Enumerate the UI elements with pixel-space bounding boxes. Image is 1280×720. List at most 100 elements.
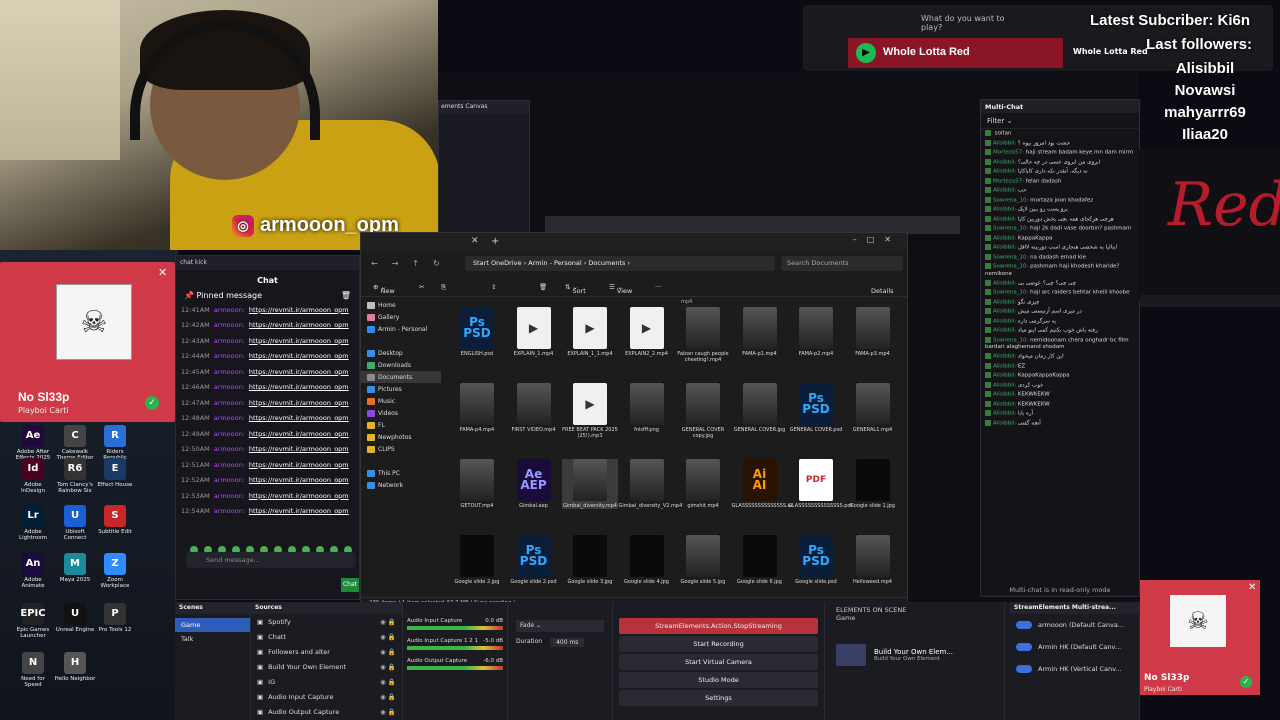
file-item[interactable]: Google slide 1.jpg — [845, 459, 901, 509]
desktop-icon[interactable]: E Effect House — [94, 458, 136, 488]
file-item[interactable]: Ae AEP Gimbal.aep — [506, 459, 562, 509]
file-item[interactable]: ▶ EXPLAIN_1_1.mp4 — [562, 307, 618, 357]
file-item[interactable]: ▶ EXPLAIN_1.mp4 — [506, 307, 562, 357]
nav-item[interactable]: Newphotos — [361, 431, 441, 443]
nav-item[interactable]: Home — [361, 299, 441, 311]
file-item[interactable]: GENERAL COVER.jpg — [732, 383, 788, 433]
control-button[interactable]: StreamElements.Action.StopStreaming — [619, 618, 818, 634]
desktop-icon[interactable]: S Subtitle Edit — [94, 505, 136, 535]
chat-link[interactable]: https://revmit.ir/armooon_opm — [249, 430, 349, 438]
pinned-message[interactable]: 📌 Pinned message 🗑 — [176, 289, 359, 302]
nav-item[interactable]: CLIPS — [361, 443, 441, 455]
chat-username[interactable]: armooon: — [214, 368, 245, 376]
volume-meter[interactable] — [407, 666, 503, 670]
file-item[interactable]: Google slide 4.jpg — [619, 535, 675, 585]
nav-item[interactable]: This PC — [361, 467, 441, 479]
file-item[interactable]: fnlsfff.png — [619, 383, 675, 433]
desktop-icon[interactable]: Lr Adobe Lightroom — [12, 505, 54, 541]
spotify-search[interactable]: What do you want to play? — [903, 11, 1043, 32]
file-item[interactable]: Ps PSD Google slide.psd — [788, 535, 844, 585]
desktop-icon[interactable]: U Unreal Engine — [54, 603, 96, 633]
chat-link[interactable]: https://revmit.ir/armooon_opm — [249, 414, 349, 422]
volume-meter[interactable] — [407, 626, 503, 630]
chat-link[interactable]: https://revmit.ir/armooon_opm — [249, 321, 349, 329]
chat-send-button[interactable]: Chat — [341, 578, 359, 592]
source-item[interactable]: ▣ IG ◉ 🔒 — [251, 674, 402, 689]
control-button[interactable]: Studio Mode — [619, 672, 818, 688]
cut-icon[interactable]: ✂ — [419, 283, 424, 291]
file-item[interactable]: Ps PSD ENGLISH.psd — [449, 307, 505, 357]
nav-item[interactable]: Downloads — [361, 359, 441, 371]
chat-link[interactable]: https://revmit.ir/armooon_opm — [249, 368, 349, 376]
file-item[interactable]: gimshit.mp4 — [675, 459, 731, 509]
nav-item[interactable]: Pictures — [361, 383, 441, 395]
chat-link[interactable]: https://revmit.ir/armooon_opm — [249, 445, 349, 453]
chat-username[interactable]: armooon: — [214, 399, 245, 407]
window-controls[interactable]: –□✕ — [853, 235, 901, 244]
chat-link[interactable]: https://revmit.ir/armooon_opm — [249, 383, 349, 391]
breadcrumb[interactable]: Start OneDrive › Armin - Personal › Docu… — [465, 256, 775, 271]
desktop-icon[interactable]: RRiders Republic — [94, 425, 136, 461]
source-item[interactable]: ▣ Build Your Own Element ◉ 🔒 — [251, 659, 402, 674]
chat-username[interactable]: armooon: — [214, 352, 245, 360]
source-item[interactable]: ▣ Spotify ◉ 🔒 — [251, 614, 402, 629]
control-button[interactable]: Start Recording — [619, 636, 818, 652]
chat-username[interactable]: armooon: — [214, 461, 245, 469]
file-item[interactable]: Ps PSD Google slide 2.psd — [506, 535, 562, 585]
file-item[interactable]: Gimbal_diversity_V2.mp4 — [619, 459, 682, 509]
source-item[interactable]: ▣ Audio Input Capture ◉ 🔒 — [251, 689, 402, 704]
chat-username[interactable]: armooon: — [214, 492, 245, 500]
duration-input[interactable]: 400 ms — [550, 638, 585, 647]
breadcrumb-item[interactable]: Armin - Personal — [528, 259, 581, 267]
file-item[interactable]: Gimbal_diversity.mp4 — [562, 459, 618, 509]
eye-icon[interactable]: ◉ 🔒 — [380, 663, 396, 671]
copy-icon[interactable]: ⎘ — [441, 283, 446, 292]
file-item[interactable]: FIRST VIDEO.mp4 — [506, 383, 562, 433]
eye-icon[interactable]: ◉ 🔒 — [380, 633, 396, 641]
desktop-icon[interactable]: EPIC Epic Games Launcher — [12, 603, 54, 639]
file-item[interactable]: GETOUT.mp4 — [449, 459, 505, 509]
file-item[interactable]: Google slide 6.jpg — [732, 535, 788, 585]
file-item[interactable]: Ps PSD GENERAL COVER.psd — [788, 383, 844, 433]
close-tab-icon[interactable]: ✕ — [471, 236, 479, 246]
desktop-icon[interactable]: M Maya 2025 — [54, 553, 96, 583]
nav-item[interactable]: Gallery — [361, 311, 441, 323]
nav-item[interactable]: FL — [361, 419, 441, 431]
eye-icon[interactable]: ◉ 🔒 — [380, 693, 396, 701]
file-item[interactable]: ▶ FREE BEAT PACK 2025 (25!).mp3 — [562, 383, 618, 439]
chat-username[interactable]: armooon: — [214, 383, 245, 391]
chat-username[interactable]: armooon: — [214, 476, 245, 484]
chat-link[interactable]: https://revmit.ir/armooon_opm — [249, 337, 349, 345]
nav-item[interactable]: Desktop — [361, 347, 441, 359]
toggle[interactable] — [1016, 665, 1032, 673]
chat-link[interactable]: https://revmit.ir/armooon_opm — [249, 461, 349, 469]
filter-dropdown[interactable]: Filter ⌄ — [981, 113, 1139, 129]
search-input[interactable]: Search Documents — [781, 256, 903, 271]
file-item[interactable]: ▶ EXPLAIN2_2.mp4 — [619, 307, 675, 357]
sort-button[interactable]: ⇅ Sort ⌄ — [565, 283, 586, 295]
nav-item[interactable]: Armin - Personal — [361, 323, 441, 335]
file-item[interactable]: FAMA-p3.mp4 — [845, 307, 901, 357]
toggle[interactable] — [1016, 621, 1032, 629]
source-item[interactable]: ▣ Chatt ◉ 🔒 — [251, 629, 402, 644]
file-item[interactable]: GENERAL1.mp4 — [845, 383, 901, 433]
close-icon[interactable]: ✕ — [158, 266, 167, 279]
share-icon[interactable]: ⇪ — [491, 283, 496, 291]
desktop-icon[interactable]: AeAdobe After Effects 2025 — [12, 425, 54, 461]
eye-icon[interactable]: ◉ 🔒 — [380, 618, 396, 626]
source-item[interactable]: ▣ Audio Output Capture ◉ 🔒 — [251, 704, 402, 719]
eye-icon[interactable]: ◉ 🔒 — [380, 648, 396, 656]
new-button[interactable]: ⊕ New ⌄ — [373, 283, 395, 295]
file-item[interactable]: Falzan caugh people cheeting!.mp4 — [675, 307, 731, 363]
desktop-icon[interactable]: Z Zoom Workplace — [94, 553, 136, 589]
source-item[interactable]: ▣ Followers and alter ◉ 🔒 — [251, 644, 402, 659]
desktop-icon[interactable]: U Ubisoft Connect — [54, 505, 96, 541]
delete-icon[interactable]: 🗑 — [539, 283, 547, 291]
desktop-icon[interactable]: R6 Tom Clancy's Rainbow Six — [54, 458, 96, 494]
nav-icons[interactable]: ←→↑↻ — [371, 259, 454, 268]
chat-username[interactable]: armooon: — [214, 430, 245, 438]
multistream-row[interactable]: Armin HK (Vertical Canv... — [1010, 658, 1139, 680]
multistream-row[interactable]: Armin HK (Default Canv... — [1010, 636, 1139, 658]
spotify-now-playing[interactable]: ▶ Whole Lotta Red — [848, 38, 1063, 68]
eye-icon[interactable]: ◉ 🔒 — [380, 678, 396, 686]
